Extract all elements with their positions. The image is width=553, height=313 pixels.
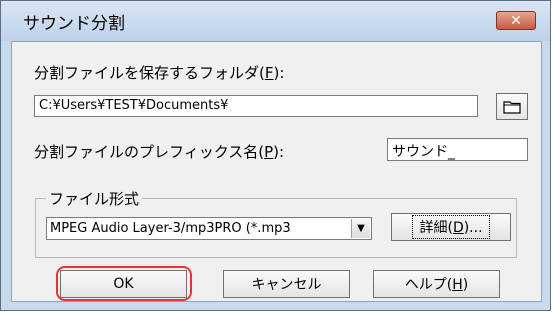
close-icon: ✕ bbox=[510, 12, 522, 29]
dialog-window: サウンド分割 ✕ 分割ファイルを保存するフォルダ(F): C:¥Users¥TE… bbox=[0, 0, 551, 311]
cancel-button[interactable]: キャンセル bbox=[223, 270, 350, 298]
details-label-accesskey: D bbox=[452, 220, 464, 236]
prefix-label-suffix: ): bbox=[273, 143, 285, 161]
folder-label: 分割ファイルを保存するフォルダ(F): bbox=[34, 62, 284, 83]
prefix-label: 分割ファイルのプレフィックス名(P): bbox=[34, 141, 284, 162]
file-format-select[interactable]: MPEG Audio Layer-3/mp3PRO (*.mp3 ▼ bbox=[46, 217, 372, 240]
folder-label-text: 分割ファイルを保存するフォルダ( bbox=[34, 64, 265, 82]
file-format-group-label: ファイル形式 bbox=[46, 188, 143, 209]
prefix-input[interactable]: サウンド_ bbox=[387, 138, 528, 161]
help-label-accesskey: H bbox=[452, 277, 463, 293]
details-button[interactable]: 詳細(D)... bbox=[391, 213, 511, 241]
folder-path-input[interactable]: C:¥Users¥TEST¥Documents¥ bbox=[34, 95, 478, 117]
browse-folder-button[interactable] bbox=[496, 93, 528, 120]
help-button-label: ヘルプ(H) bbox=[405, 274, 468, 294]
title-bar[interactable]: サウンド分割 ✕ bbox=[1, 1, 550, 41]
close-button[interactable]: ✕ bbox=[496, 11, 536, 30]
help-label-suffix: ) bbox=[462, 277, 469, 293]
file-format-selected: MPEG Audio Layer-3/mp3PRO (*.mp3 bbox=[50, 221, 291, 236]
details-label-suffix: )... bbox=[463, 220, 483, 236]
folder-icon bbox=[503, 100, 521, 114]
dropdown-arrow-icon[interactable]: ▼ bbox=[351, 219, 370, 238]
details-label-text: 詳細( bbox=[419, 220, 453, 236]
prefix-label-accesskey: P bbox=[264, 143, 274, 161]
dialog-client-area: 分割ファイルを保存するフォルダ(F): C:¥Users¥TEST¥Docume… bbox=[11, 41, 542, 302]
window-title: サウンド分割 bbox=[23, 14, 125, 34]
folder-label-accesskey: F bbox=[264, 64, 274, 82]
details-button-label: 詳細(D)... bbox=[412, 215, 490, 239]
help-button[interactable]: ヘルプ(H) bbox=[373, 270, 500, 298]
help-label-text: ヘルプ( bbox=[404, 277, 453, 293]
prefix-label-text: 分割ファイルのプレフィックス名( bbox=[34, 143, 265, 161]
folder-label-suffix: ): bbox=[273, 64, 285, 82]
ok-button-highlight bbox=[56, 266, 192, 301]
